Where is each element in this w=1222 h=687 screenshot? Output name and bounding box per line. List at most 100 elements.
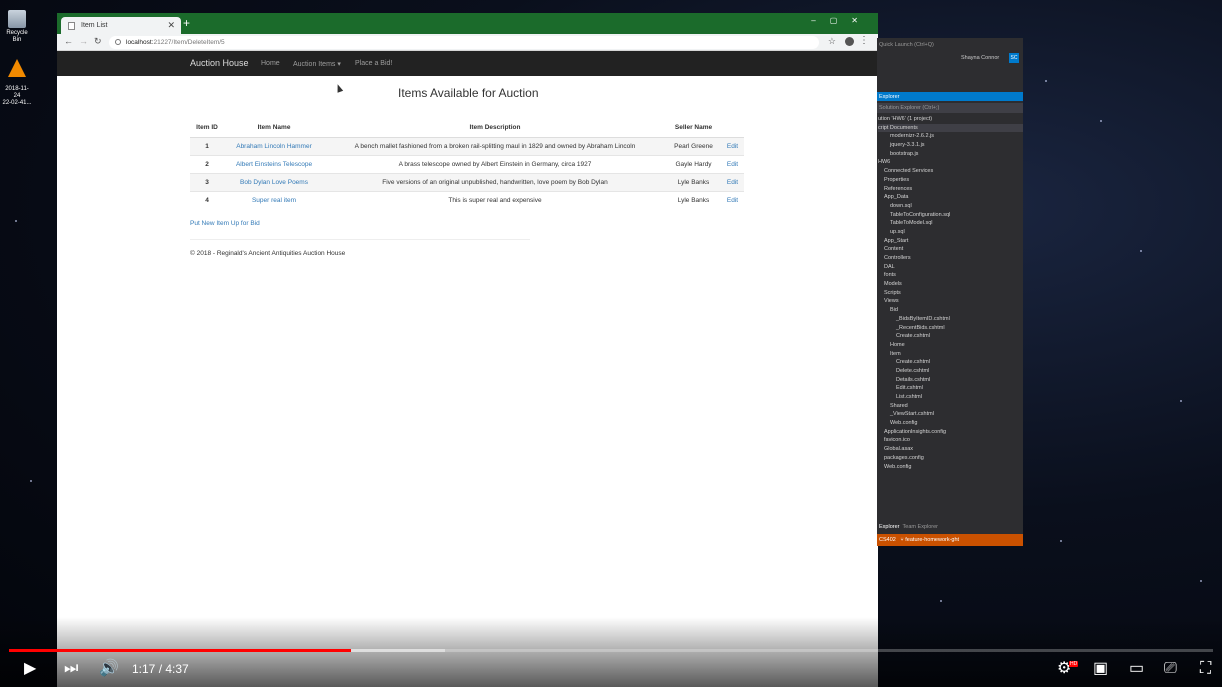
user-account[interactable]: Shayna Connor SC xyxy=(877,52,1023,66)
reload-icon[interactable]: ↻ xyxy=(94,36,102,47)
back-icon[interactable]: ← xyxy=(64,36,73,46)
item-name-link[interactable]: Super real item xyxy=(252,197,296,204)
tree-item[interactable]: down.sql xyxy=(878,202,1023,211)
tree-item[interactable]: References xyxy=(878,185,1023,194)
account-icon[interactable] xyxy=(845,37,854,46)
tree-item[interactable]: Models xyxy=(878,280,1023,289)
video-progress-bar[interactable] xyxy=(9,649,1213,652)
tree-item[interactable]: Shared xyxy=(878,402,1023,411)
tree-item[interactable]: Create.cshtml xyxy=(878,332,1023,341)
url-field[interactable]: localhost:21227/Item/DeleteItem/5 xyxy=(109,36,819,49)
tree-item[interactable]: Scripts xyxy=(878,289,1023,298)
item-name-link[interactable]: Bob Dylan Love Poems xyxy=(240,179,308,186)
edit-link[interactable]: Edit xyxy=(727,143,738,150)
tree-item[interactable]: App_Data xyxy=(878,193,1023,202)
play-icon[interactable]: ▶ xyxy=(24,660,36,678)
status-left: CS402 xyxy=(879,537,896,543)
theater-mode-icon[interactable]: ▭ xyxy=(1129,660,1144,678)
tree-item[interactable]: Views xyxy=(878,297,1023,306)
tree-item[interactable]: cript Documents xyxy=(878,123,1023,133)
tree-item[interactable]: Content xyxy=(878,245,1023,254)
tree-item[interactable]: Edit.cshtml xyxy=(878,384,1023,393)
tree-item[interactable]: favicon.ico xyxy=(878,436,1023,445)
edit-cell: Edit xyxy=(721,172,744,191)
edit-link[interactable]: Edit xyxy=(727,197,738,204)
fullscreen-icon[interactable]: ⛶ xyxy=(1200,660,1211,678)
tree-item[interactable]: fonts xyxy=(878,271,1023,280)
vlc-video-desktop-icon[interactable]: 2018-11-24 22-02-41... xyxy=(2,52,32,114)
tree-item[interactable]: Item xyxy=(878,350,1023,359)
tree-item[interactable]: _RecentBids.cshtml xyxy=(878,324,1023,333)
item-id: 2 xyxy=(190,154,224,173)
mouse-cursor-icon xyxy=(334,83,344,93)
tree-item[interactable]: packages.config xyxy=(878,454,1023,463)
tree-item[interactable]: Connected Services xyxy=(878,167,1023,176)
edit-cell: Edit xyxy=(721,136,744,155)
tree-item[interactable]: Home xyxy=(878,341,1023,350)
page-footer: © 2018 - Reginald's Ancient Antiquities … xyxy=(190,250,346,257)
tree-item[interactable]: DAL xyxy=(878,263,1023,272)
edit-cell: Edit xyxy=(721,190,744,209)
item-id: 4 xyxy=(190,190,224,209)
tree-item[interactable]: Create.cshtml xyxy=(878,358,1023,367)
item-id: 1 xyxy=(190,136,224,155)
user-avatar: SC xyxy=(1009,53,1019,63)
miniplayer-icon[interactable]: ▣ xyxy=(1093,660,1108,678)
tree-item[interactable]: jquery-3.3.1.js xyxy=(878,141,1023,150)
explorer-tabs: Explorer Team Explorer xyxy=(877,524,1023,532)
item-name-link[interactable]: Abraham Lincoln Hammer xyxy=(236,143,312,150)
edit-link[interactable]: Edit xyxy=(727,179,738,186)
page-icon xyxy=(68,22,75,30)
tree-item[interactable]: Bid xyxy=(878,306,1023,315)
edit-link[interactable]: Edit xyxy=(727,161,738,168)
menu-dots-icon[interactable]: ⋮ xyxy=(859,35,869,46)
nav-home[interactable]: Home xyxy=(261,60,280,67)
desktop-icon-label: Recycle Bin xyxy=(6,30,28,43)
tree-item[interactable]: Web.config xyxy=(878,463,1023,472)
cast-icon[interactable]: ⎚ xyxy=(1164,660,1177,678)
new-tab-icon[interactable]: + xyxy=(183,16,190,30)
tree-item[interactable]: Controllers xyxy=(878,254,1023,263)
tree-item[interactable]: TableToConfiguration.sql xyxy=(878,211,1023,220)
forward-icon[interactable]: → xyxy=(79,36,88,46)
next-icon[interactable]: ⏭ xyxy=(64,660,78,678)
close-tab-icon[interactable]: ✕ xyxy=(167,17,175,34)
tree-item[interactable]: up.sql xyxy=(878,228,1023,237)
tree-item[interactable]: List.cshtml xyxy=(878,393,1023,402)
quick-launch[interactable]: Quick Launch (Ctrl+Q) xyxy=(877,38,1023,52)
tree-item[interactable]: bootstrap.js xyxy=(878,150,1023,159)
tab-team-explorer[interactable]: Team Explorer xyxy=(903,524,938,530)
recycle-bin-desktop-icon[interactable]: Recycle Bin xyxy=(2,10,32,44)
tree-item[interactable]: Details.cshtml xyxy=(878,376,1023,385)
nav-auction-items-dropdown[interactable]: Auction Items ▾ xyxy=(293,60,341,68)
put-new-item-link[interactable]: Put New Item Up for Bid xyxy=(190,220,260,227)
window-controls[interactable]: –▢✕ xyxy=(811,16,872,25)
tree-item[interactable]: modernizr-2.6.2.js xyxy=(878,132,1023,141)
tree-item[interactable]: Properties xyxy=(878,176,1023,185)
tree-item[interactable]: Web.config xyxy=(878,419,1023,428)
tree-item[interactable]: _BidsByItemID.cshtml xyxy=(878,315,1023,324)
volume-icon[interactable]: 🔊 xyxy=(99,660,119,678)
tab-solution-explorer[interactable]: Explorer xyxy=(879,524,899,530)
browser-tab[interactable]: Item List ✕ xyxy=(61,17,181,34)
nav-place-bid[interactable]: Place a Bid! xyxy=(355,60,392,67)
git-branch[interactable]: feature-homework-ght xyxy=(905,537,959,543)
solution-search-input[interactable]: Solution Explorer (Ctrl+;) xyxy=(877,103,1023,113)
tree-item[interactable]: Global.asax xyxy=(878,445,1023,454)
visual-studio-panel: Quick Launch (Ctrl+Q) Shayna Connor SC E… xyxy=(877,38,1023,546)
tree-item[interactable]: ApplicationInsights.config xyxy=(878,428,1023,437)
item-name-link[interactable]: Albert Einsteins Telescope xyxy=(236,161,312,168)
tree-item[interactable]: HW6 xyxy=(878,158,1023,167)
branch-icon: ⑂ xyxy=(900,537,904,543)
desktop-icon-label: 2018-11-24 22-02-41... xyxy=(2,86,32,106)
bookmark-star-icon[interactable]: ☆ xyxy=(828,36,836,47)
table-row: 4 Super real item This is super real and… xyxy=(190,190,744,209)
tree-item[interactable]: App_Start xyxy=(878,237,1023,246)
tree-item[interactable]: _ViewStart.cshtml xyxy=(878,410,1023,419)
brand-link[interactable]: Auction House xyxy=(190,58,249,68)
tree-item[interactable]: Delete.cshtml xyxy=(878,367,1023,376)
tree-item[interactable]: TableToModel.sql xyxy=(878,219,1023,228)
hd-badge: HD xyxy=(1069,661,1079,667)
info-icon xyxy=(115,39,121,45)
tree-item[interactable]: ution 'HW6' (1 project) xyxy=(878,115,1023,124)
